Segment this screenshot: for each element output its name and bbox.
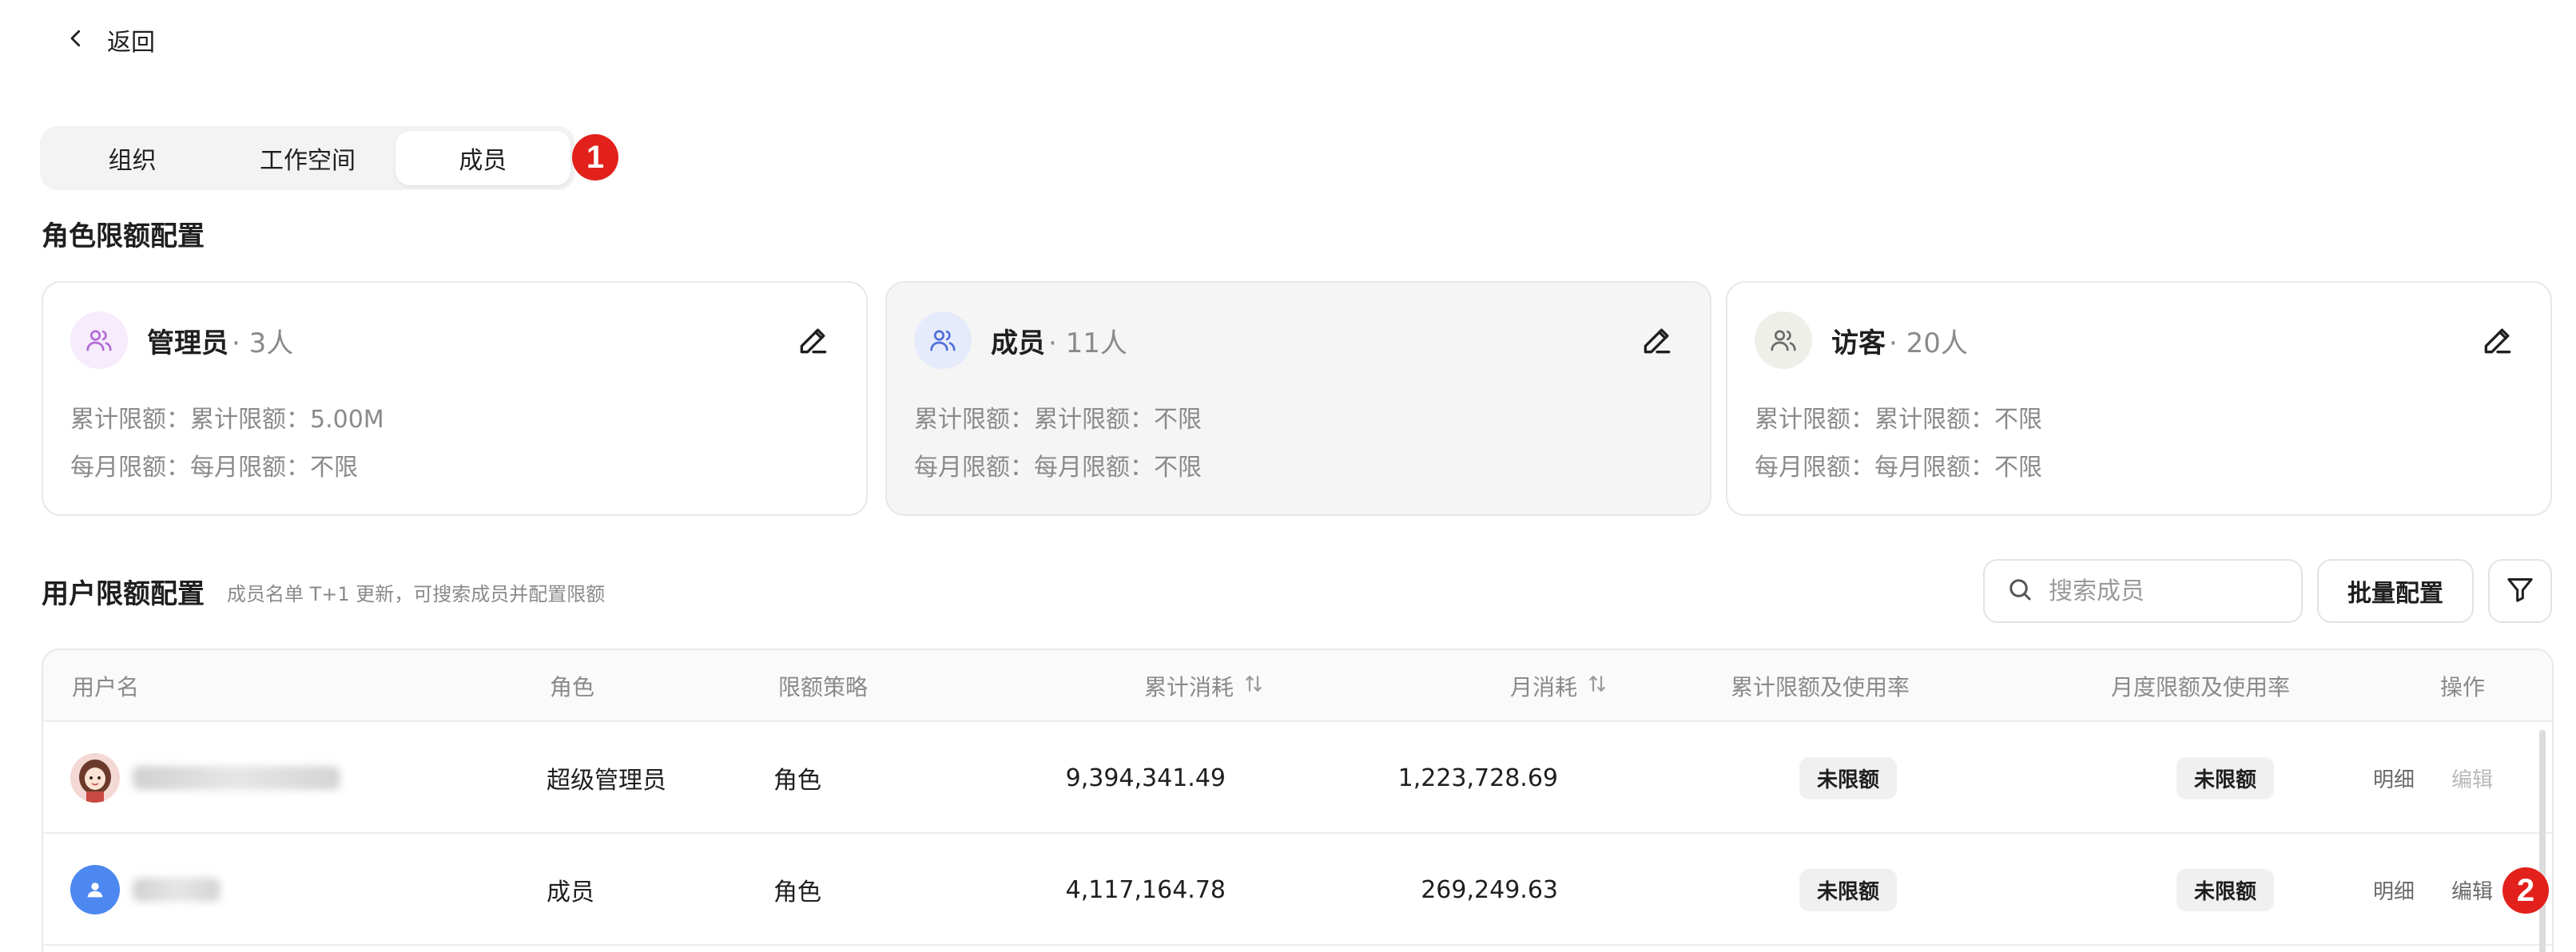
users-icon — [1755, 311, 1812, 369]
table-row: 成员 角色 4,117,164.78 269,249.63 未限额 未限额 明细… — [43, 834, 2552, 946]
role-cell: 成员 — [547, 879, 594, 906]
policy-cell: 角色 — [773, 879, 821, 906]
role-count: · 11人 — [1048, 327, 1127, 359]
total-limit-cell: 未限额 — [1799, 722, 1898, 834]
edit-link[interactable]: 编辑 — [2451, 834, 2493, 946]
col-role: 角色 — [550, 674, 595, 700]
role-monthly-limit: 每月限额：每月限额：不限 — [914, 454, 1202, 482]
member-search — [1983, 559, 2303, 623]
monthly-limit-cell: 未限额 — [2176, 834, 2275, 946]
table-scrollbar[interactable] — [2539, 730, 2546, 952]
monthly-usage-cell: 1,223,728.69 — [1397, 764, 1558, 792]
edit-role-button[interactable] — [2480, 323, 2515, 358]
role-name: 管理员 — [147, 327, 229, 359]
users-icon — [914, 311, 972, 369]
col-monthly-limit: 月度限额及使用率 — [2111, 674, 2291, 700]
col-monthly-usage-label: 月消耗 — [1509, 674, 1577, 700]
col-policy: 限额策略 — [778, 674, 869, 700]
user-cell — [70, 834, 221, 946]
user-limit-table: 用户名 角色 限额策略 累计消耗 月消耗 累计限额及使用率 月度限额及使用率 操… — [42, 649, 2554, 952]
detail-link[interactable]: 明细 — [2373, 722, 2415, 834]
sort-icon — [1242, 672, 1266, 701]
status-badge: 未限额 — [1799, 868, 1898, 911]
step-badge-1: 1 — [572, 134, 618, 180]
col-monthly-usage[interactable]: 月消耗 — [1385, 650, 1609, 722]
role-card-admin: 管理员 · 3人 累计限额：累计限额：5.00M 每月限额：每月限额：不限 — [42, 281, 868, 516]
role-total-limit: 累计限额：累计限额：不限 — [914, 406, 1202, 434]
detail-link[interactable]: 明细 — [2373, 834, 2415, 946]
user-cell — [70, 722, 340, 834]
filter-button[interactable] — [2488, 559, 2552, 623]
table-header: 用户名 角色 限额策略 累计消耗 月消耗 累计限额及使用率 月度限额及使用率 操… — [43, 650, 2552, 722]
status-badge: 未限额 — [1799, 756, 1898, 799]
status-badge: 未限额 — [2176, 868, 2275, 911]
back-label: 返回 — [107, 29, 155, 57]
role-monthly-limit: 每月限额：每月限额：不限 — [1755, 454, 2042, 482]
total-usage-cell: 4,117,164.78 — [1065, 875, 1226, 904]
status-badge: 未限额 — [2176, 756, 2275, 799]
role-section-title: 角色限额配置 — [42, 220, 205, 252]
user-section-subtitle: 成员名单 T+1 更新，可搜索成员并配置限额 — [227, 583, 606, 605]
col-username: 用户名 — [72, 674, 140, 700]
role-total-limit: 累计限额：累计限额：5.00M — [70, 406, 384, 434]
chevron-left-icon — [64, 26, 88, 54]
edit-role-button[interactable] — [1640, 323, 1675, 358]
username-redacted — [133, 766, 340, 790]
edit-link-label: 编辑 — [2451, 768, 2494, 792]
avatar — [70, 753, 120, 803]
total-limit-cell: 未限额 — [1799, 834, 1898, 946]
role-count: · 3人 — [232, 327, 294, 359]
role-monthly-limit: 每月限额：每月限额：不限 — [70, 454, 358, 482]
search-icon — [2006, 575, 2034, 607]
edit-link-label: 编辑 — [2451, 879, 2494, 904]
step-badge-2: 2 — [2502, 867, 2549, 914]
col-actions: 操作 — [2440, 674, 2486, 700]
search-input[interactable] — [2049, 577, 2288, 605]
monthly-usage-cell: 269,249.63 — [1421, 875, 1558, 904]
detail-link-label: 明细 — [2373, 768, 2415, 792]
col-total-limit: 累计限额及使用率 — [1731, 674, 1910, 700]
role-total-limit: 累计限额：累计限额：不限 — [1755, 406, 2042, 434]
table-row: 超级管理员 角色 9,394,341.49 1,223,728.69 未限额 未… — [43, 722, 2552, 834]
user-section-title: 用户限额配置 — [42, 578, 205, 610]
tab-members[interactable]: 成员 — [395, 131, 570, 185]
filter-icon — [2504, 573, 2536, 609]
edit-link-disabled: 编辑 — [2451, 722, 2493, 834]
scope-tabs: 组织 工作空间 成员 — [40, 126, 575, 190]
role-name: 成员 — [991, 327, 1045, 359]
monthly-limit-cell: 未限额 — [2176, 722, 2275, 834]
role-name: 访客 — [1831, 327, 1886, 359]
tab-workspace[interactable]: 工作空间 — [220, 131, 395, 185]
back-button[interactable]: 返回 — [64, 21, 155, 59]
batch-config-button[interactable]: 批量配置 — [2317, 559, 2474, 623]
users-icon — [70, 311, 128, 369]
col-total-usage-label: 累计消耗 — [1143, 674, 1234, 700]
tab-organization[interactable]: 组织 — [45, 131, 220, 185]
policy-cell: 角色 — [773, 767, 821, 795]
total-usage-cell: 9,394,341.49 — [1065, 764, 1226, 792]
sort-icon — [1585, 672, 1609, 701]
username-redacted — [133, 878, 221, 902]
role-card-member: 成员 · 11人 累计限额：累计限额：不限 每月限额：每月限额：不限 — [885, 281, 1711, 516]
avatar — [70, 865, 120, 914]
edit-role-button[interactable] — [796, 323, 831, 358]
role-cell: 超级管理员 — [547, 767, 666, 795]
role-count: · 20人 — [1889, 327, 1968, 359]
role-card-guest: 访客 · 20人 累计限额：累计限额：不限 每月限额：每月限额：不限 — [1726, 281, 2552, 516]
detail-link-label: 明细 — [2373, 879, 2415, 904]
col-total-usage[interactable]: 累计消耗 — [1042, 650, 1266, 722]
